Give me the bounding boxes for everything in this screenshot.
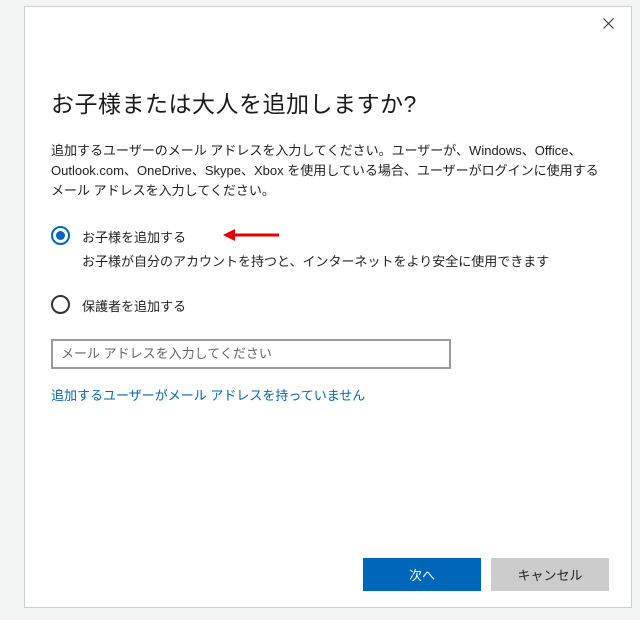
dialog-footer: 次へ キャンセル xyxy=(25,541,631,607)
add-family-member-dialog: お子様または大人を追加しますか? 追加するユーザーのメール アドレスを入力してく… xyxy=(24,6,632,608)
radio-add-child-sub: お子様が自分のアカウントを持つと、インターネットをより安全に使用できます xyxy=(51,252,605,272)
description-text: 追加するユーザーのメール アドレスを入力してください。ユーザーが、Windows… xyxy=(51,141,605,201)
radio-icon xyxy=(51,295,70,314)
radio-icon xyxy=(51,226,70,245)
no-email-link[interactable]: 追加するユーザーがメール アドレスを持っていません xyxy=(51,385,605,404)
radio-add-adult[interactable]: 保護者を追加する xyxy=(51,294,605,315)
radio-add-child-label: お子様を追加する xyxy=(82,225,186,246)
next-button[interactable]: 次へ xyxy=(363,558,481,591)
email-field[interactable] xyxy=(51,339,451,369)
user-type-radio-group: お子様を追加する お子様が自分のアカウントを持つと、インターネットをより安全に使… xyxy=(51,225,605,321)
dialog-content: お子様または大人を追加しますか? 追加するユーザーのメール アドレスを入力してく… xyxy=(25,39,631,541)
radio-add-child[interactable]: お子様を追加する xyxy=(51,225,605,246)
annotation-arrow-icon xyxy=(221,224,281,246)
close-button[interactable] xyxy=(585,7,631,39)
radio-dot-icon xyxy=(56,231,65,240)
radio-add-adult-label: 保護者を追加する xyxy=(82,294,186,315)
page-title: お子様または大人を追加しますか? xyxy=(51,85,605,119)
cancel-button[interactable]: キャンセル xyxy=(491,558,609,591)
titlebar xyxy=(25,7,631,39)
close-icon xyxy=(603,18,614,29)
